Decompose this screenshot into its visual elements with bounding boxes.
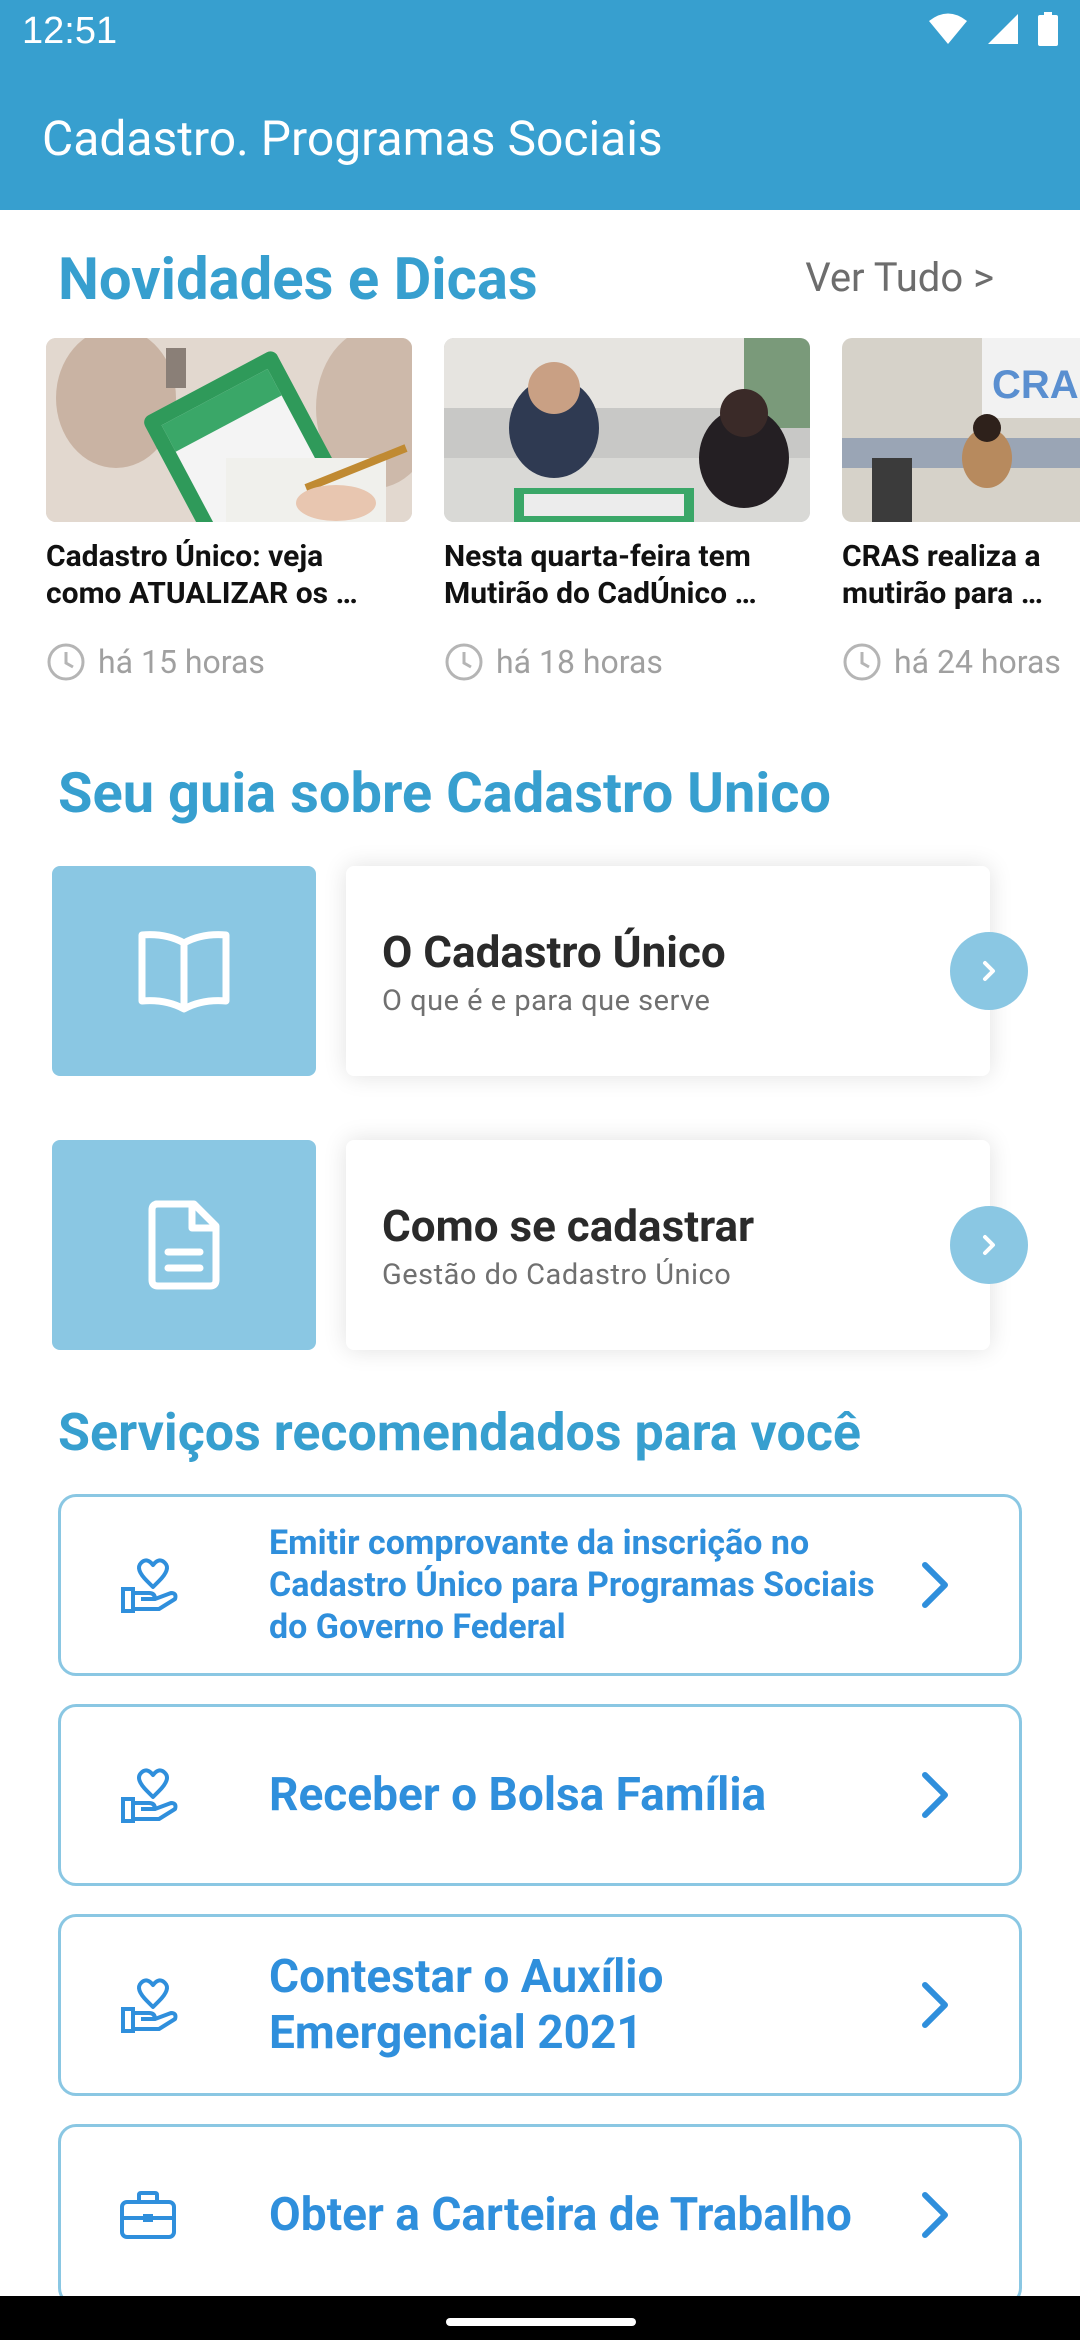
chevron-right-icon bbox=[983, 961, 995, 981]
guide-arrow-button[interactable] bbox=[950, 1206, 1028, 1284]
book-icon bbox=[138, 931, 230, 1013]
chevron-right-icon bbox=[922, 2192, 948, 2238]
clock-icon bbox=[47, 643, 85, 681]
news-image: CRA bbox=[842, 338, 1080, 522]
news-time: há 24 horas bbox=[894, 643, 1061, 681]
wifi-icon bbox=[929, 13, 967, 44]
news-card[interactable]: Nesta quarta-feira tem Mutirão do CadÚni… bbox=[444, 338, 810, 698]
status-time: 12:51 bbox=[22, 10, 118, 52]
guide-card-title: O Cadastro Único bbox=[382, 926, 726, 978]
news-headline-line2: Mutirão do CadÚnico … bbox=[444, 576, 757, 611]
app-bar: 12:51 Cadastro. Programas Sociais bbox=[0, 0, 1080, 210]
news-image bbox=[444, 338, 810, 522]
guide-card-title: Como se cadastrar bbox=[382, 1200, 755, 1252]
services-section-title: Serviços recomendados para você bbox=[58, 1402, 861, 1463]
news-section-title: Novidades e Dicas bbox=[58, 246, 538, 314]
clock-icon bbox=[843, 643, 881, 681]
service-label: Obter a Carteira de Trabalho bbox=[269, 2188, 852, 2242]
svg-text:CRA: CRA bbox=[992, 363, 1079, 407]
chevron-right-icon bbox=[983, 1235, 995, 1255]
hand-heart-icon bbox=[121, 1558, 178, 1613]
news-headline-line2: como ATUALIZAR os … bbox=[46, 576, 358, 611]
news-time: há 18 horas bbox=[496, 643, 663, 681]
guide-tile-cadastro[interactable] bbox=[52, 866, 316, 1076]
document-icon bbox=[148, 1200, 220, 1290]
news-card[interactable]: Cadastro Único: veja como ATUALIZAR os …… bbox=[46, 338, 412, 698]
status-icons bbox=[928, 12, 1058, 46]
service-label: Receber o Bolsa Família bbox=[269, 1768, 767, 1822]
battery-icon bbox=[1038, 12, 1058, 46]
system-nav-bar bbox=[0, 2296, 1080, 2340]
service-item-auxilio[interactable]: Contestar o Auxílio Emergencial 2021 bbox=[58, 1914, 1022, 2096]
chevron-right-icon bbox=[922, 1982, 948, 2028]
guide-arrow-button[interactable] bbox=[950, 932, 1028, 1010]
service-label: Contestar o Auxílio Emergencial 2021 bbox=[269, 1950, 664, 2060]
clock-icon bbox=[445, 643, 483, 681]
guide-card-subtitle: Gestão do Cadastro Único bbox=[382, 1258, 732, 1292]
service-label: Emitir comprovante da inscrição no Cadas… bbox=[269, 1523, 875, 1647]
guide-card-subtitle: O que é e para que serve bbox=[382, 984, 711, 1018]
guide-section-title: Seu guia sobre Cadastro Unico bbox=[58, 760, 832, 826]
guide-card-cadastro[interactable]: O Cadastro Único O que é e para que serv… bbox=[346, 866, 990, 1076]
see-all-link[interactable]: Ver Tudo > bbox=[805, 254, 994, 301]
news-headline-line2: mutirão para … bbox=[842, 576, 1043, 611]
news-headline-line1: CRAS realiza a bbox=[842, 539, 1041, 574]
news-headline-line1: Cadastro Único: veja bbox=[46, 539, 324, 574]
news-time: há 15 horas bbox=[98, 643, 265, 681]
service-item-comprovante[interactable]: Emitir comprovante da inscrição no Cadas… bbox=[58, 1494, 1022, 1676]
guide-tile-cadastrar[interactable] bbox=[52, 1140, 316, 1350]
chevron-right-icon bbox=[922, 1562, 948, 1608]
app-title: Cadastro. Programas Sociais bbox=[42, 110, 663, 167]
home-gesture-handle[interactable] bbox=[446, 2318, 636, 2326]
signal-icon bbox=[988, 14, 1018, 44]
hand-heart-icon bbox=[121, 1768, 178, 1823]
news-carousel[interactable]: Cadastro Único: veja como ATUALIZAR os …… bbox=[46, 338, 1080, 698]
briefcase-icon bbox=[120, 2191, 176, 2239]
hand-heart-icon bbox=[121, 1978, 178, 2033]
chevron-right-icon bbox=[922, 1772, 948, 1818]
guide-card-cadastrar[interactable]: Como se cadastrar Gestão do Cadastro Úni… bbox=[346, 1140, 990, 1350]
news-card[interactable]: CRA CRAS realiza a mutirão para … há 24 … bbox=[842, 338, 1080, 698]
news-headline-line1: Nesta quarta-feira tem bbox=[444, 539, 751, 574]
service-item-bolsa-familia[interactable]: Receber o Bolsa Família bbox=[58, 1704, 1022, 1886]
service-item-carteira[interactable]: Obter a Carteira de Trabalho bbox=[58, 2124, 1022, 2306]
news-image bbox=[46, 338, 412, 522]
